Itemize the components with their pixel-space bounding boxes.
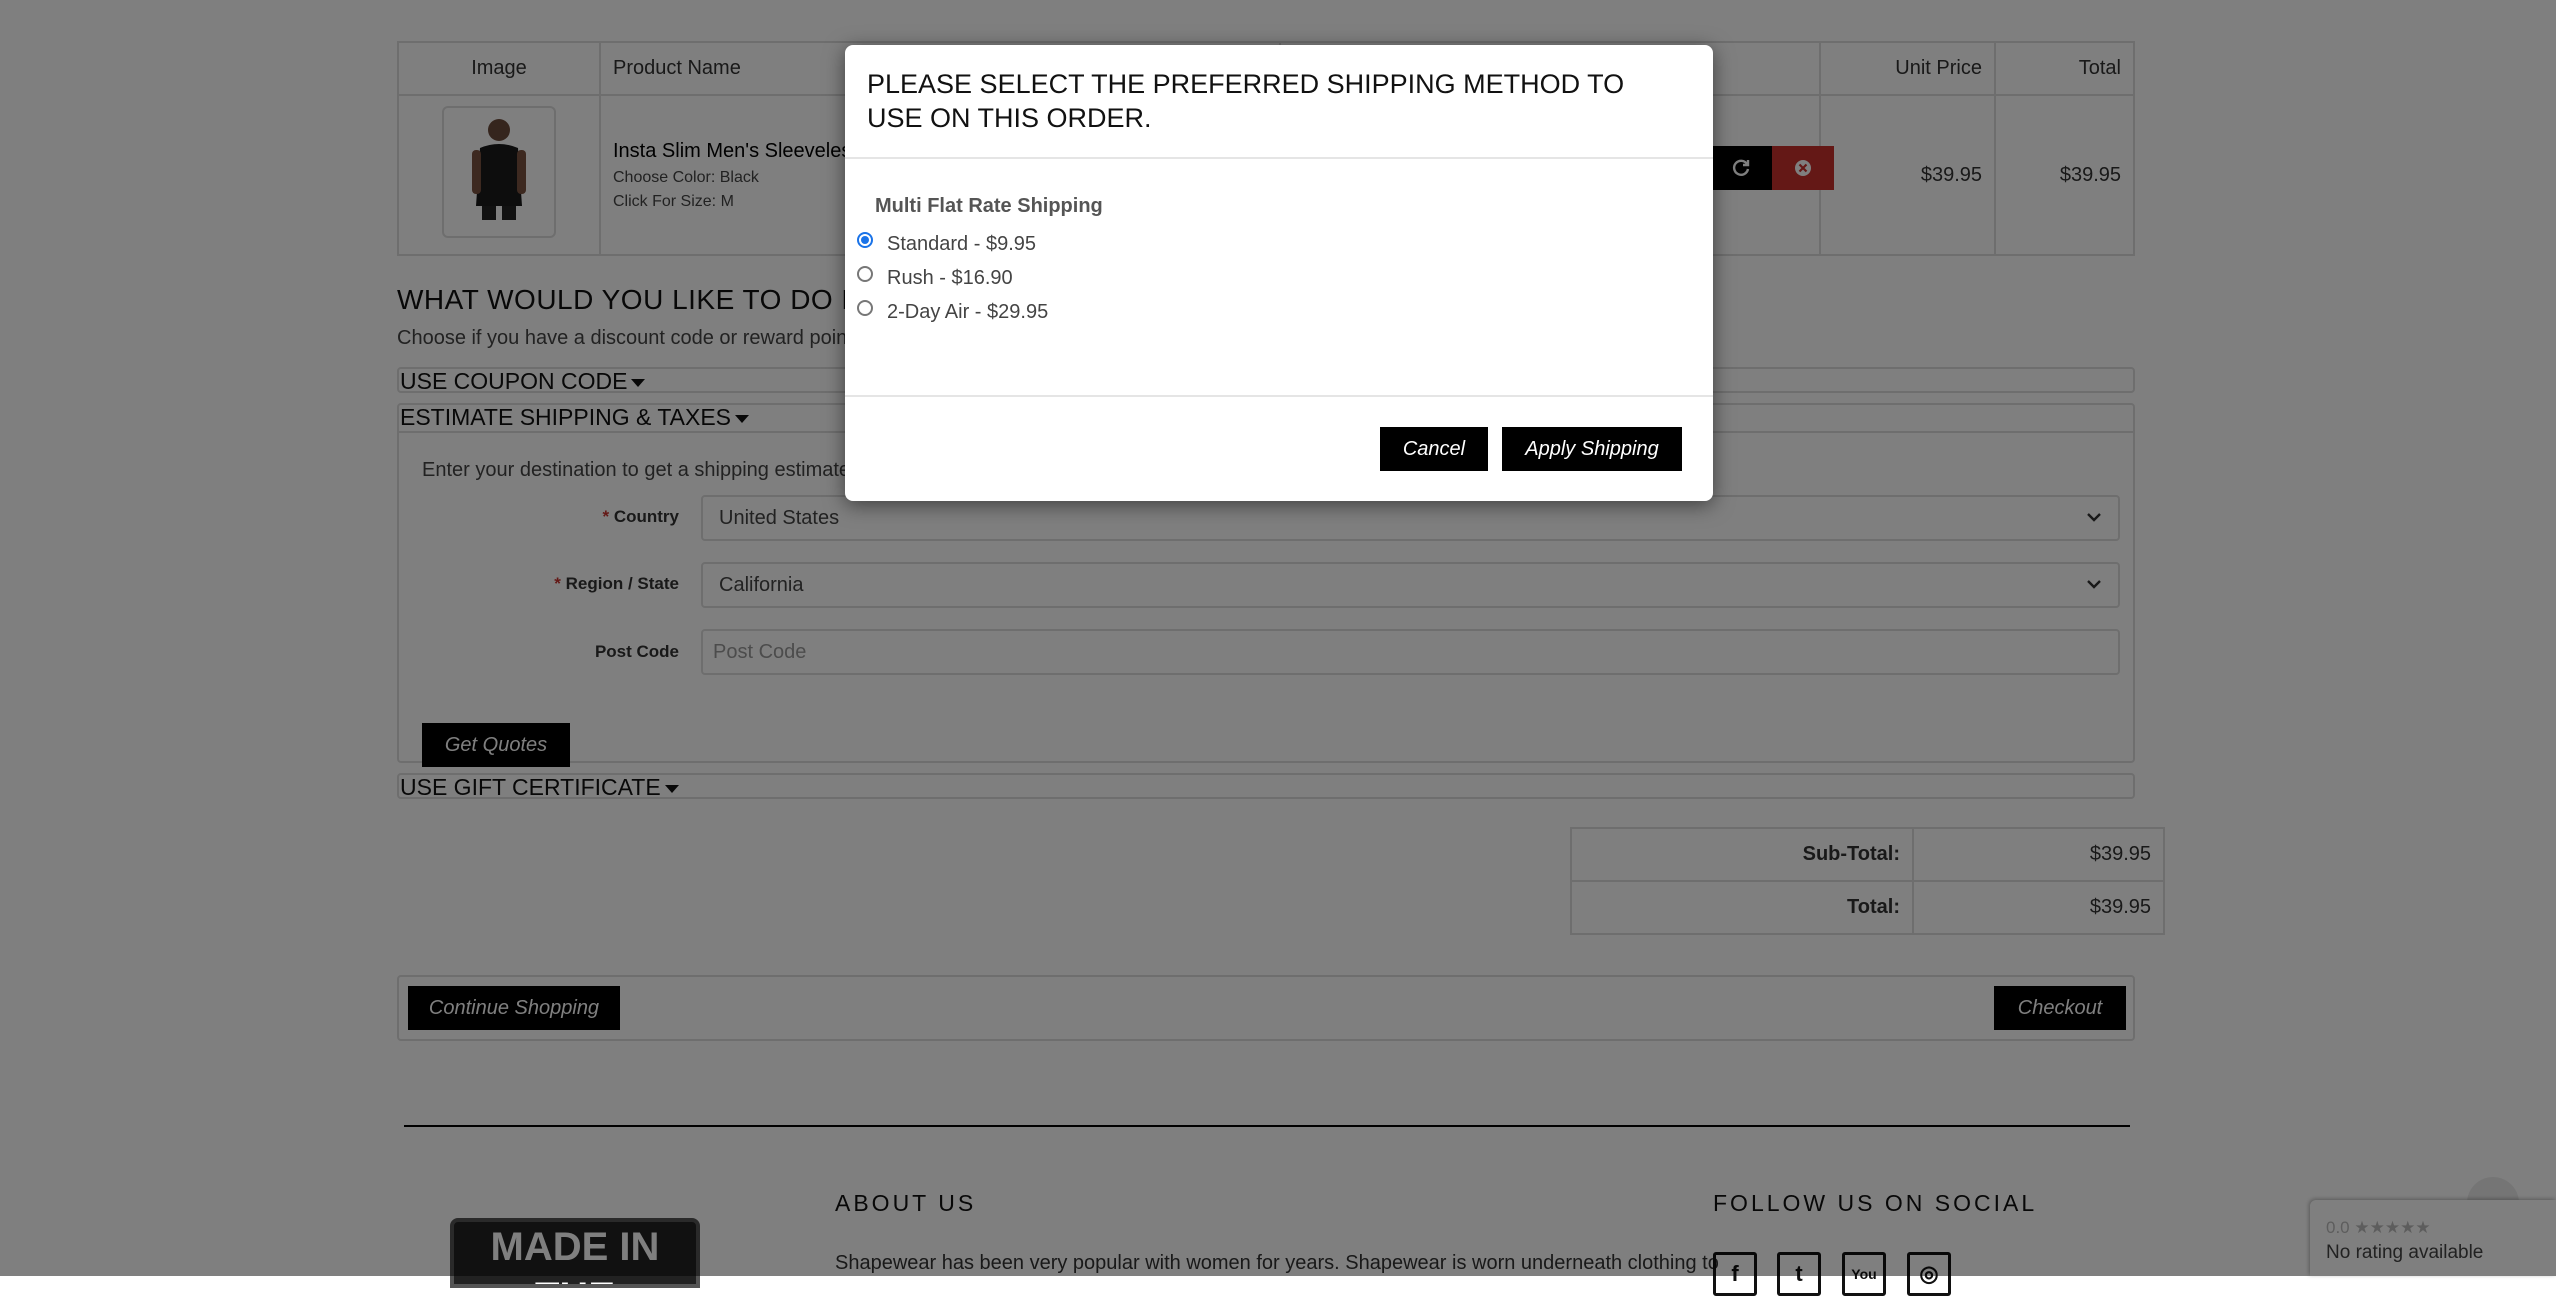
modal-footer: Cancel Apply Shipping	[845, 395, 1713, 501]
shipping-option-label: Standard - $9.95	[887, 232, 1036, 255]
shipping-option-2day[interactable]: 2-Day Air - $29.95	[857, 297, 1048, 327]
shipping-group-title: Multi Flat Rate Shipping	[875, 195, 1103, 217]
shopping-cart-page: Image Product Name Unit Price Total	[0, 0, 2556, 1296]
shipping-option-rush[interactable]: Rush - $16.90	[857, 263, 1013, 293]
modal-body: Multi Flat Rate Shipping Standard - $9.9…	[845, 159, 1713, 397]
shipping-option-label: Rush - $16.90	[887, 266, 1013, 289]
shipping-option-standard[interactable]: Standard - $9.95	[857, 229, 1036, 259]
radio-unchecked[interactable]	[857, 266, 873, 282]
radio-unchecked[interactable]	[857, 300, 873, 316]
shipping-option-label: 2-Day Air - $29.95	[887, 300, 1049, 323]
radio-checked[interactable]	[857, 232, 873, 248]
modal-title: PLEASE SELECT THE PREFERRED SHIPPING MET…	[867, 69, 1625, 133]
apply-shipping-button[interactable]: Apply Shipping	[1502, 427, 1682, 471]
cancel-button[interactable]: Cancel	[1380, 427, 1488, 471]
modal-header: PLEASE SELECT THE PREFERRED SHIPPING MET…	[845, 45, 1713, 159]
shipping-method-modal: PLEASE SELECT THE PREFERRED SHIPPING MET…	[845, 45, 1713, 501]
